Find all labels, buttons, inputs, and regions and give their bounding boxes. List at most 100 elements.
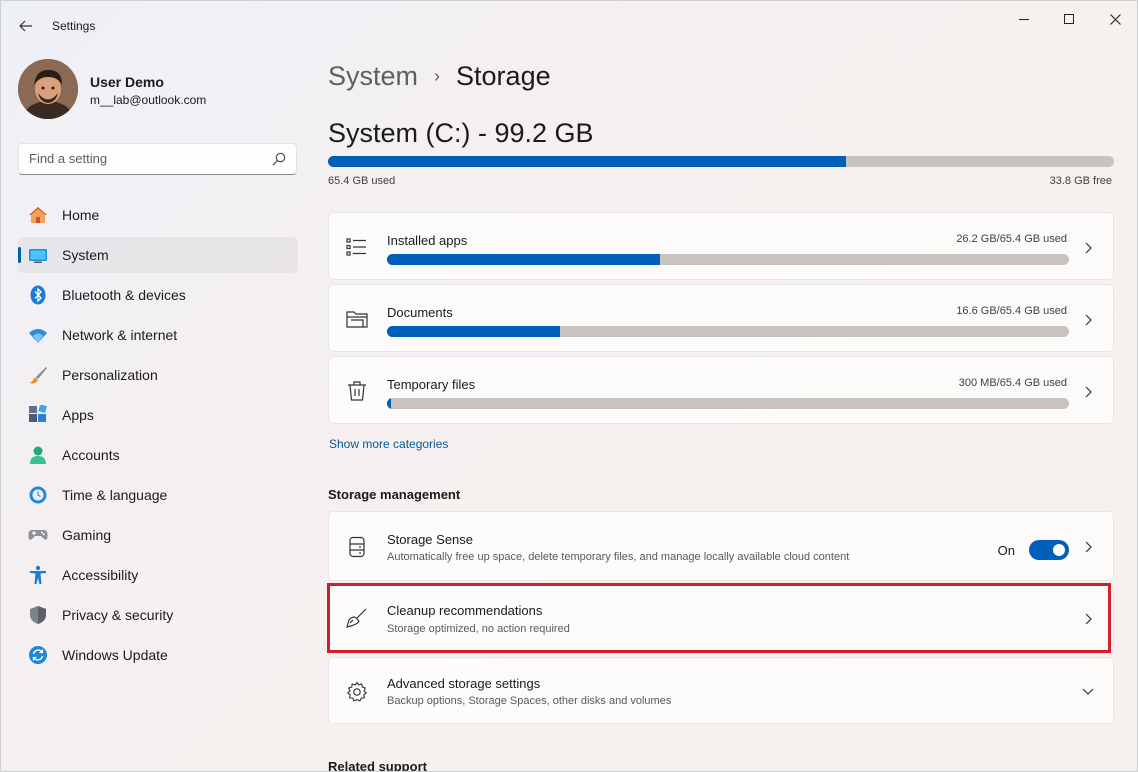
minimize-button[interactable] (1001, 7, 1047, 31)
drive-usage-bar (328, 156, 1114, 167)
monitor-icon (29, 249, 47, 263)
category-usage: 16.6 GB/65.4 GB used (956, 305, 1067, 317)
category-usage-bar (387, 254, 1069, 265)
breadcrumb-separator: › (434, 66, 441, 86)
sidebar-item-bluetooth[interactable]: Bluetooth & devices (18, 277, 298, 313)
chevron-right-icon (1085, 314, 1092, 326)
back-button[interactable] (15, 15, 37, 37)
sidebar-item-apps[interactable]: Apps (18, 397, 298, 433)
bluetooth-icon (30, 285, 46, 305)
sidebar-item-accessibility[interactable]: Accessibility (18, 557, 298, 593)
sidebar-item-personalization[interactable]: Personalization (18, 357, 298, 393)
search-box[interactable] (18, 143, 297, 175)
advanced-storage-settings-description: Backup options, Storage Spaces, other di… (387, 695, 672, 707)
sidebar-item-accounts[interactable]: Accounts (18, 437, 298, 473)
advanced-storage-settings-title: Advanced storage settings (387, 676, 541, 691)
folder-icon (346, 311, 368, 328)
sidebar-item-system[interactable]: System (18, 237, 298, 273)
title-bar: Settings (1, 1, 1137, 49)
breadcrumb: System › Storage (328, 61, 551, 92)
show-more-categories-link[interactable]: Show more categories (329, 437, 448, 451)
sidebar-nav: Home System Bluetooth & devices Network … (18, 197, 298, 677)
category-usage-bar (387, 326, 1069, 337)
user-avatar-icon (18, 59, 78, 119)
app-title: Settings (52, 19, 96, 33)
home-icon (29, 207, 47, 223)
sidebar-item-privacy-security[interactable]: Privacy & security (18, 597, 298, 633)
sidebar-item-label: Privacy & security (62, 607, 174, 623)
sidebar-item-label: Accounts (62, 447, 120, 463)
sidebar-item-label: System (62, 247, 109, 263)
wifi-icon (29, 329, 47, 343)
back-arrow-icon (19, 20, 32, 32)
shield-icon (30, 606, 46, 624)
apps-icon (29, 405, 47, 422)
storage-sense-toggle[interactable] (1029, 540, 1069, 560)
sidebar-item-label: Home (62, 207, 100, 223)
category-card-installed-apps[interactable]: Installed apps 26.2 GB/65.4 GB used (328, 212, 1114, 280)
category-usage-bar (387, 398, 1069, 409)
sidebar-item-home[interactable]: Home (18, 197, 298, 233)
section-title-storage-management: Storage management (328, 487, 461, 502)
sidebar-item-windows-update[interactable]: Windows Update (18, 637, 298, 673)
person-icon (30, 446, 46, 464)
storage-sense-title: Storage Sense (387, 532, 474, 547)
sidebar-item-label: Apps (62, 407, 94, 423)
sidebar-item-label: Bluetooth & devices (62, 287, 186, 303)
avatar[interactable] (18, 59, 78, 119)
sidebar-item-label: Network & internet (62, 327, 178, 343)
highlight-box (327, 583, 1111, 653)
chevron-right-icon (1085, 541, 1092, 553)
category-usage-fill (387, 254, 660, 265)
user-email: m__lab@outlook.com (90, 93, 207, 107)
category-title: Temporary files (387, 377, 476, 392)
accessibility-icon (30, 565, 46, 584)
advanced-storage-settings-card[interactable]: Advanced storage settings Backup options… (328, 657, 1114, 724)
sidebar-item-network[interactable]: Network & internet (18, 317, 298, 353)
sidebar-item-label: Windows Update (62, 647, 168, 663)
drive-free-label: 33.8 GB free (1049, 175, 1112, 187)
chevron-down-icon (1082, 688, 1094, 695)
sidebar-item-label: Time & language (62, 487, 168, 503)
storage-sense-card[interactable]: Storage Sense Automatically free up spac… (328, 511, 1114, 581)
search-icon (272, 152, 286, 166)
user-name: User Demo (90, 74, 164, 90)
toggle-knob (1053, 544, 1065, 556)
category-usage-fill (387, 398, 392, 409)
sidebar-item-gaming[interactable]: Gaming (18, 517, 298, 553)
chevron-right-icon (1085, 386, 1092, 398)
maximize-icon (1064, 14, 1074, 24)
sidebar-item-time-language[interactable]: Time & language (18, 477, 298, 513)
sidebar-item-label: Personalization (62, 367, 158, 383)
trash-icon (348, 381, 366, 401)
maximize-button[interactable] (1046, 7, 1092, 31)
close-button[interactable] (1092, 7, 1137, 31)
drive-usage-fill (328, 156, 846, 167)
update-icon (29, 646, 47, 664)
chevron-right-icon (1085, 242, 1092, 254)
category-usage: 300 MB/65.4 GB used (958, 377, 1067, 389)
sidebar-item-label: Gaming (62, 527, 112, 543)
close-icon (1109, 13, 1121, 25)
category-card-temporary-files[interactable]: Temporary files 300 MB/65.4 GB used (328, 356, 1114, 424)
gear-icon (346, 681, 368, 702)
sidebar-item-label: Accessibility (62, 567, 139, 583)
section-title-related-support: Related support (328, 759, 427, 772)
storage-sense-description: Automatically free up space, delete temp… (387, 551, 850, 563)
breadcrumb-parent[interactable]: System (328, 61, 418, 92)
drive-used-label: 65.4 GB used (328, 175, 396, 187)
category-usage: 26.2 GB/65.4 GB used (956, 233, 1067, 245)
list-icon (346, 238, 366, 256)
category-title: Documents (387, 305, 453, 320)
storage-sense-toggle-state: On (997, 543, 1015, 558)
minimize-icon (1019, 18, 1029, 20)
globe-clock-icon (29, 486, 47, 504)
category-card-documents[interactable]: Documents 16.6 GB/65.4 GB used (328, 284, 1114, 352)
page-title: Storage (456, 61, 551, 91)
drive-title: System (C:) - 99.2 GB (328, 118, 594, 148)
storage-drive-icon (349, 536, 365, 558)
gamepad-icon (28, 530, 48, 540)
category-title: Installed apps (387, 233, 468, 248)
search-input[interactable] (29, 151, 259, 166)
brush-icon (30, 367, 47, 384)
